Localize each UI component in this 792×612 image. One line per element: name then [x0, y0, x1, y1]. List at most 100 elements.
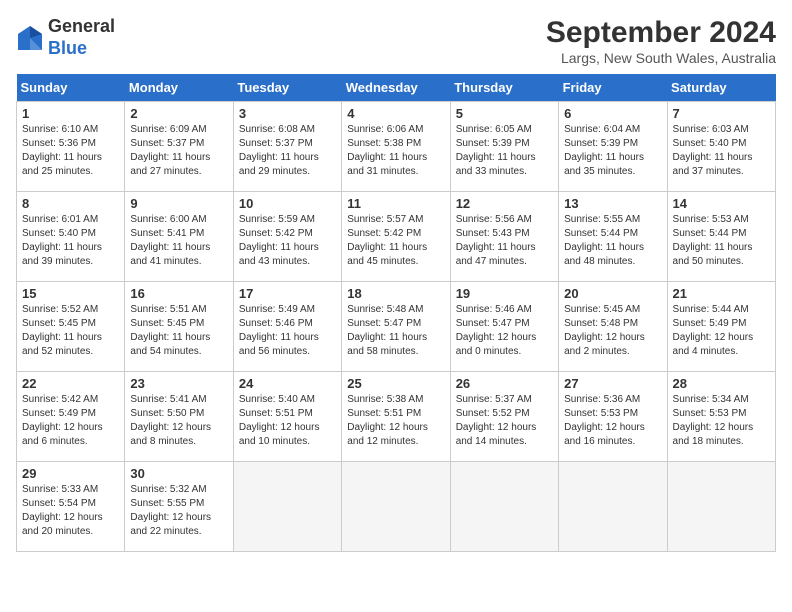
table-row: 27 Sunrise: 5:36 AM Sunset: 5:53 PM Dayli…	[559, 372, 667, 462]
table-row: 20 Sunrise: 5:45 AM Sunset: 5:48 PM Dayli…	[559, 282, 667, 372]
table-row: 17 Sunrise: 5:49 AM Sunset: 5:46 PM Dayli…	[233, 282, 341, 372]
logo: General Blue	[16, 16, 115, 59]
day-info: Sunrise: 5:55 AM Sunset: 5:44 PM Dayligh…	[564, 213, 661, 269]
day-number: 22	[22, 376, 119, 391]
day-number: 7	[673, 106, 770, 121]
header-row: Sunday Monday Tuesday Wednesday Thursday…	[17, 74, 776, 102]
week-row-3: 15 Sunrise: 5:52 AM Sunset: 5:45 PM Dayli…	[17, 282, 776, 372]
table-row: 7 Sunrise: 6:03 AM Sunset: 5:40 PM Daylig…	[667, 102, 775, 192]
table-row	[342, 462, 450, 552]
table-row: 13 Sunrise: 5:55 AM Sunset: 5:44 PM Dayli…	[559, 192, 667, 282]
table-row: 3 Sunrise: 6:08 AM Sunset: 5:37 PM Daylig…	[233, 102, 341, 192]
table-row: 26Sunrise: 5:37 AM Sunset: 5:52 PM Dayli…	[450, 372, 558, 462]
header: General Blue September 2024 Largs, New S…	[16, 16, 776, 66]
day-info: Sunrise: 6:03 AM Sunset: 5:40 PM Dayligh…	[673, 123, 770, 179]
day-number: 14	[673, 196, 770, 211]
col-thursday: Thursday	[450, 74, 558, 102]
day-number: 5	[456, 106, 553, 121]
col-saturday: Saturday	[667, 74, 775, 102]
day-info: Sunrise: 5:52 AM Sunset: 5:45 PM Dayligh…	[22, 303, 119, 359]
title-area: September 2024 Largs, New South Wales, A…	[546, 16, 776, 66]
day-info: Sunrise: 6:04 AM Sunset: 5:39 PM Dayligh…	[564, 123, 661, 179]
day-info: Sunrise: 5:40 AM Sunset: 5:51 PM Dayligh…	[239, 393, 336, 449]
week-row-4: 22 Sunrise: 5:42 AM Sunset: 5:49 PM Dayli…	[17, 372, 776, 462]
day-number: 23	[130, 376, 227, 391]
table-row: 29Sunrise: 5:33 AM Sunset: 5:54 PM Dayli…	[17, 462, 125, 552]
main-title: September 2024	[546, 16, 776, 50]
day-number: 3	[239, 106, 336, 121]
table-row: 5Sunrise: 6:05 AM Sunset: 5:39 PM Daylig…	[450, 102, 558, 192]
day-number: 9	[130, 196, 227, 211]
day-info: Sunrise: 5:51 AM Sunset: 5:45 PM Dayligh…	[130, 303, 227, 359]
table-row: 25 Sunrise: 5:38 AM Sunset: 5:51 PM Dayli…	[342, 372, 450, 462]
day-info: Sunrise: 5:59 AM Sunset: 5:42 PM Dayligh…	[239, 213, 336, 269]
day-info: Sunrise: 5:57 AM Sunset: 5:42 PM Dayligh…	[347, 213, 444, 269]
day-number: 30	[130, 466, 227, 481]
logo-blue-text: Blue	[48, 38, 87, 58]
day-info: Sunrise: 5:45 AM Sunset: 5:48 PM Dayligh…	[564, 303, 661, 359]
week-row-5: 29Sunrise: 5:33 AM Sunset: 5:54 PM Dayli…	[17, 462, 776, 552]
table-row: 18Sunrise: 5:48 AM Sunset: 5:47 PM Dayli…	[342, 282, 450, 372]
table-row: 1 Sunrise: 6:10 AM Sunset: 5:36 PM Daylig…	[17, 102, 125, 192]
week-row-1: 1 Sunrise: 6:10 AM Sunset: 5:36 PM Daylig…	[17, 102, 776, 192]
table-row: 10 Sunrise: 5:59 AM Sunset: 5:42 PM Dayli…	[233, 192, 341, 282]
day-number: 24	[239, 376, 336, 391]
day-number: 13	[564, 196, 661, 211]
day-number: 1	[22, 106, 119, 121]
day-info: Sunrise: 5:44 AM Sunset: 5:49 PM Dayligh…	[673, 303, 770, 359]
day-number: 11	[347, 196, 444, 211]
day-info: Sunrise: 6:06 AM Sunset: 5:38 PM Dayligh…	[347, 123, 444, 179]
day-number: 27	[564, 376, 661, 391]
table-row: 19Sunrise: 5:46 AM Sunset: 5:47 PM Dayli…	[450, 282, 558, 372]
day-number: 25	[347, 376, 444, 391]
day-info: Sunrise: 5:56 AM Sunset: 5:43 PM Dayligh…	[456, 213, 553, 269]
day-info: Sunrise: 6:00 AM Sunset: 5:41 PM Dayligh…	[130, 213, 227, 269]
col-tuesday: Tuesday	[233, 74, 341, 102]
day-info: Sunrise: 5:53 AM Sunset: 5:44 PM Dayligh…	[673, 213, 770, 269]
subtitle: Largs, New South Wales, Australia	[546, 50, 776, 66]
table-row: 11 Sunrise: 5:57 AM Sunset: 5:42 PM Dayli…	[342, 192, 450, 282]
table-row: 9 Sunrise: 6:00 AM Sunset: 5:41 PM Daylig…	[125, 192, 233, 282]
table-row: 16 Sunrise: 5:51 AM Sunset: 5:45 PM Dayli…	[125, 282, 233, 372]
day-info: Sunrise: 5:49 AM Sunset: 5:46 PM Dayligh…	[239, 303, 336, 359]
day-number: 19	[456, 286, 553, 301]
table-row: 23Sunrise: 5:41 AM Sunset: 5:50 PM Dayli…	[125, 372, 233, 462]
table-row: 22 Sunrise: 5:42 AM Sunset: 5:49 PM Dayli…	[17, 372, 125, 462]
calendar-table: Sunday Monday Tuesday Wednesday Thursday…	[16, 74, 776, 552]
table-row: 15 Sunrise: 5:52 AM Sunset: 5:45 PM Dayli…	[17, 282, 125, 372]
table-row: 4 Sunrise: 6:06 AM Sunset: 5:38 PM Daylig…	[342, 102, 450, 192]
day-number: 4	[347, 106, 444, 121]
table-row: 24 Sunrise: 5:40 AM Sunset: 5:51 PM Dayli…	[233, 372, 341, 462]
col-sunday: Sunday	[17, 74, 125, 102]
table-row	[450, 462, 558, 552]
table-row	[559, 462, 667, 552]
day-number: 15	[22, 286, 119, 301]
page-container: General Blue September 2024 Largs, New S…	[16, 16, 776, 552]
day-info: Sunrise: 5:34 AM Sunset: 5:53 PM Dayligh…	[673, 393, 770, 449]
day-info: Sunrise: 6:08 AM Sunset: 5:37 PM Dayligh…	[239, 123, 336, 179]
day-info: Sunrise: 5:38 AM Sunset: 5:51 PM Dayligh…	[347, 393, 444, 449]
table-row: 14 Sunrise: 5:53 AM Sunset: 5:44 PM Dayli…	[667, 192, 775, 282]
table-row: 28 Sunrise: 5:34 AM Sunset: 5:53 PM Dayli…	[667, 372, 775, 462]
day-number: 20	[564, 286, 661, 301]
table-row: 30Sunrise: 5:32 AM Sunset: 5:55 PM Dayli…	[125, 462, 233, 552]
day-info: Sunrise: 6:01 AM Sunset: 5:40 PM Dayligh…	[22, 213, 119, 269]
logo-icon	[16, 24, 44, 52]
day-number: 17	[239, 286, 336, 301]
day-number: 16	[130, 286, 227, 301]
day-info: Sunrise: 6:10 AM Sunset: 5:36 PM Dayligh…	[22, 123, 119, 179]
day-info: Sunrise: 5:42 AM Sunset: 5:49 PM Dayligh…	[22, 393, 119, 449]
day-number: 28	[673, 376, 770, 391]
col-friday: Friday	[559, 74, 667, 102]
col-wednesday: Wednesday	[342, 74, 450, 102]
table-row: 2Sunrise: 6:09 AM Sunset: 5:37 PM Daylig…	[125, 102, 233, 192]
table-row: 8 Sunrise: 6:01 AM Sunset: 5:40 PM Daylig…	[17, 192, 125, 282]
day-number: 10	[239, 196, 336, 211]
day-number: 21	[673, 286, 770, 301]
day-info: Sunrise: 5:36 AM Sunset: 5:53 PM Dayligh…	[564, 393, 661, 449]
day-info: Sunrise: 5:37 AM Sunset: 5:52 PM Dayligh…	[456, 393, 553, 449]
day-info: Sunrise: 5:33 AM Sunset: 5:54 PM Dayligh…	[22, 483, 119, 539]
day-number: 8	[22, 196, 119, 211]
day-number: 6	[564, 106, 661, 121]
table-row: 12Sunrise: 5:56 AM Sunset: 5:43 PM Dayli…	[450, 192, 558, 282]
